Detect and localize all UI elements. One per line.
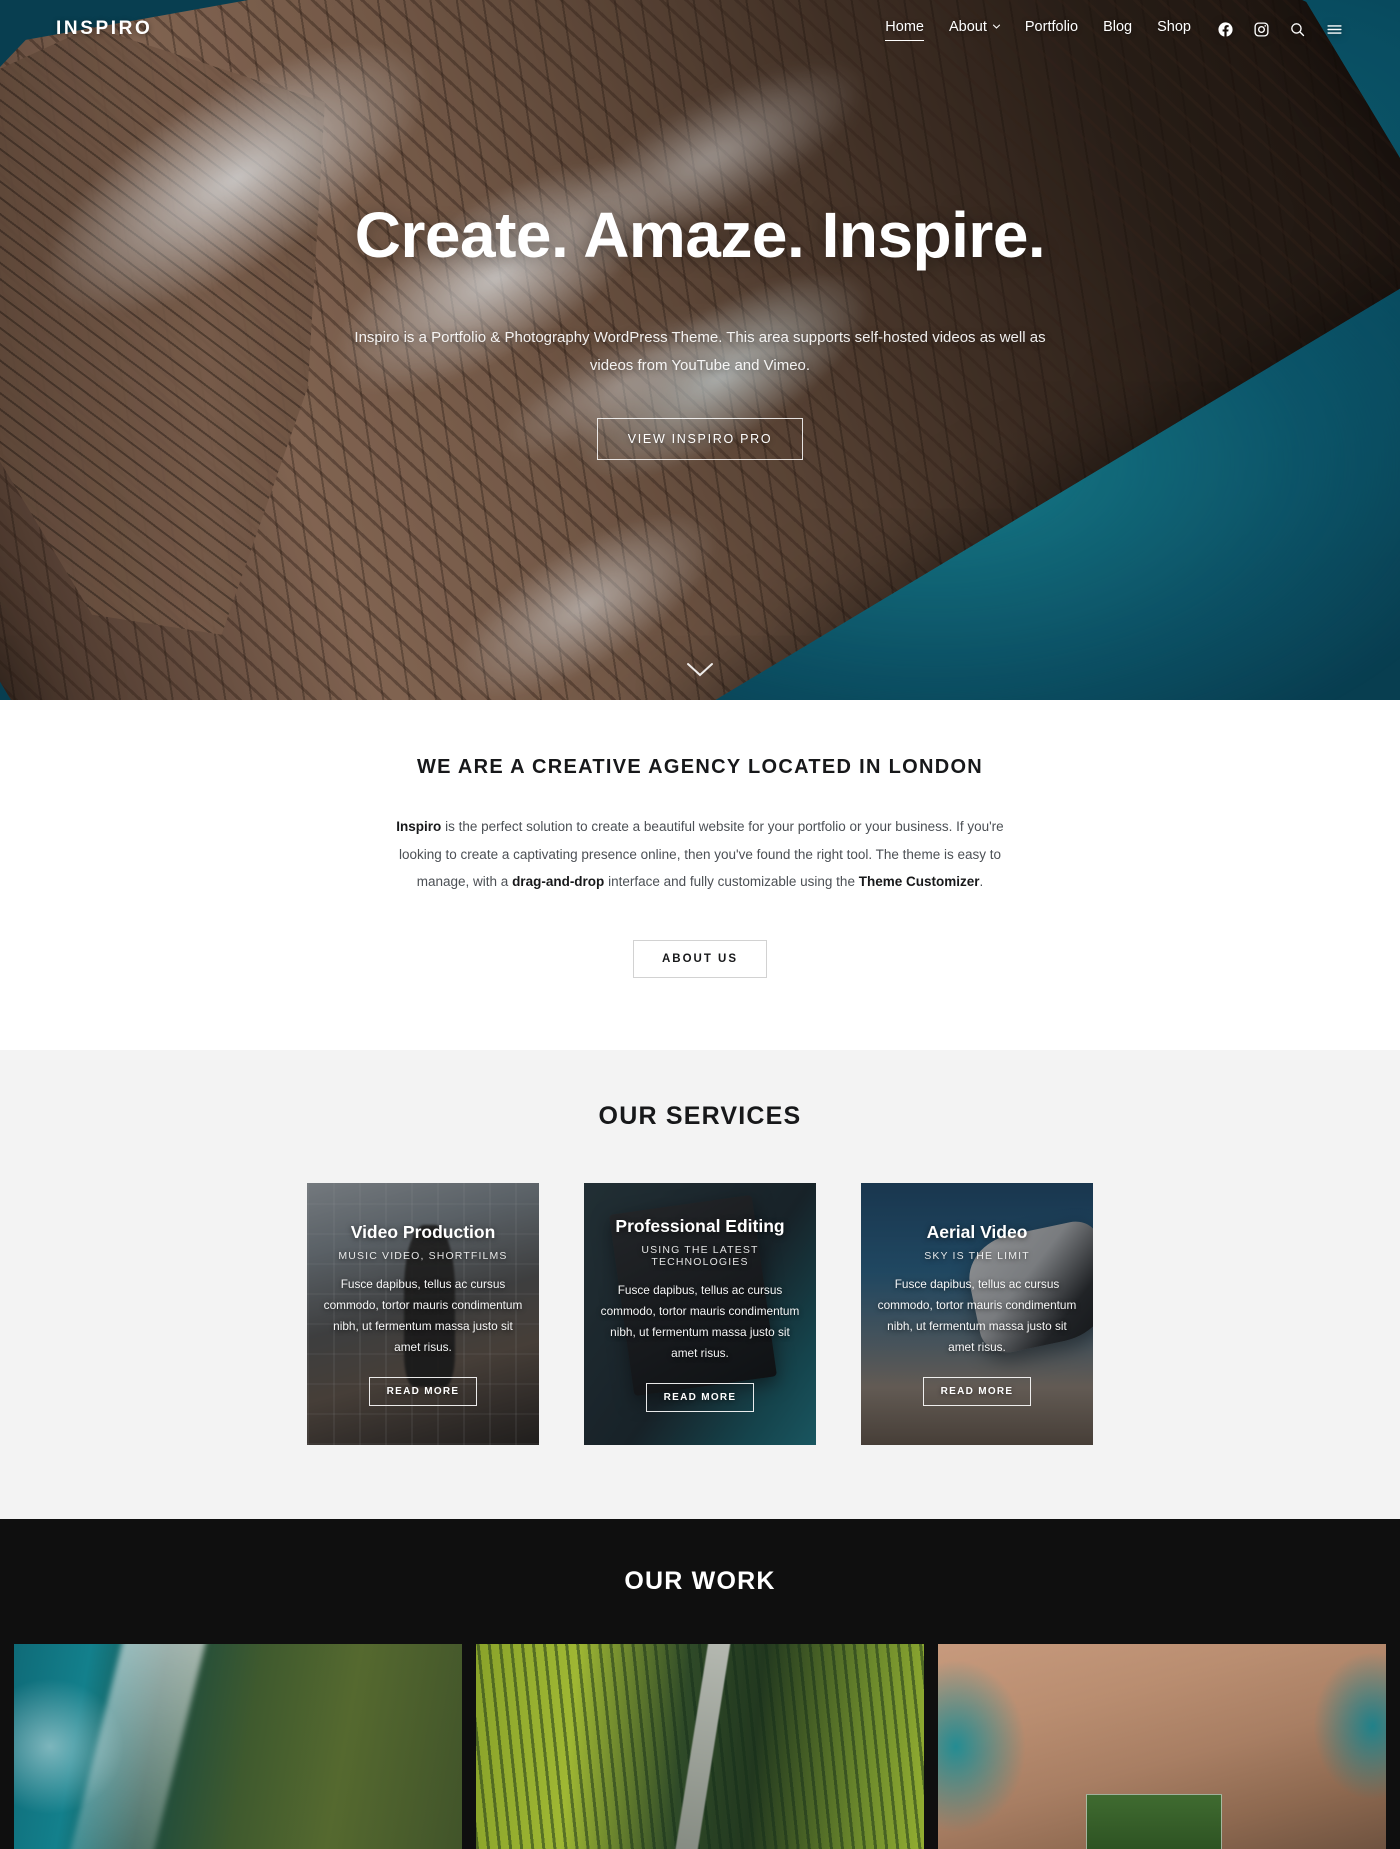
- read-more-button[interactable]: READ MORE: [922, 1377, 1032, 1407]
- work-title: OUR WORK: [624, 1567, 776, 1596]
- intro-text-2: interface and fully customizable using t…: [604, 874, 859, 890]
- intro-bold-inspiro: Inspiro: [396, 819, 442, 834]
- service-card-title: Aerial Video: [926, 1221, 1028, 1242]
- nav-icon-group: [1217, 21, 1344, 38]
- about-us-button[interactable]: ABOUT US: [632, 940, 768, 979]
- service-card-title: Video Production: [350, 1221, 496, 1242]
- intro-text-3: .: [979, 874, 984, 890]
- site-logo[interactable]: INSPIRO: [56, 18, 152, 40]
- instagram-icon[interactable]: [1253, 21, 1270, 38]
- scroll-down-chevron-icon[interactable]: [685, 661, 715, 684]
- work-section: OUR WORK: [0, 1519, 1400, 1849]
- facebook-icon[interactable]: [1217, 21, 1234, 38]
- nav-item-blog[interactable]: Blog: [1103, 19, 1132, 39]
- services-section: OUR SERVICES Video Production MUSIC VIDE…: [0, 1050, 1400, 1520]
- read-more-button[interactable]: READ MORE: [645, 1383, 755, 1413]
- service-card-subtitle: SKY IS THE LIMIT: [924, 1249, 1030, 1262]
- hero-title: Create. Amaze. Inspire.: [354, 199, 1046, 272]
- services-card-list: Video Production MUSIC VIDEO, SHORTFILMS…: [0, 1183, 1400, 1446]
- read-more-button[interactable]: READ MORE: [368, 1377, 478, 1407]
- service-card-subtitle: MUSIC VIDEO, SHORTFILMS: [338, 1249, 508, 1262]
- nav-item-label: Blog: [1103, 19, 1133, 35]
- service-card-professional-editing[interactable]: Professional Editing USING THE LATEST TE…: [584, 1183, 816, 1446]
- service-card-text: Fusce dapibus, tellus ac cursus commodo,…: [600, 1282, 800, 1360]
- nav-item-about[interactable]: About: [949, 19, 1000, 39]
- service-card-text: Fusce dapibus, tellus ac cursus commodo,…: [323, 1276, 523, 1354]
- nav-links: Home About Portfolio Blog Shop: [885, 19, 1191, 41]
- service-card-subtitle: USING THE LATEST TECHNOLOGIES: [641, 1243, 759, 1268]
- hero-section: INSPIRO Home About Portfolio Blog Shop C…: [0, 0, 1400, 700]
- nav-item-home[interactable]: Home: [885, 19, 924, 41]
- nav-item-label: About: [948, 19, 987, 35]
- view-inspiro-pro-button[interactable]: VIEW INSPIRO PRO: [596, 417, 804, 460]
- intro-title: WE ARE A CREATIVE AGENCY LOCATED IN LOND…: [416, 756, 984, 778]
- intro-section: WE ARE A CREATIVE AGENCY LOCATED IN LOND…: [0, 700, 1400, 1051]
- hero-subtitle: Inspiro is a Portfolio & Photography Wor…: [354, 329, 1046, 375]
- service-card-text: Fusce dapibus, tellus ac cursus commodo,…: [877, 1276, 1077, 1354]
- services-title: OUR SERVICES: [598, 1102, 802, 1131]
- menu-icon[interactable]: [1325, 21, 1344, 38]
- search-icon[interactable]: [1289, 21, 1306, 38]
- intro-bold-dragdrop: drag-and-drop: [512, 874, 605, 890]
- nav-item-label: Portfolio: [1024, 19, 1079, 35]
- chevron-down-icon: [992, 22, 1000, 30]
- nav-item-shop[interactable]: Shop: [1157, 19, 1191, 39]
- service-card-video-production[interactable]: Video Production MUSIC VIDEO, SHORTFILMS…: [307, 1183, 539, 1446]
- intro-paragraph: Inspiro is the perfect solution to creat…: [380, 813, 1020, 896]
- service-card-aerial-video[interactable]: Aerial Video SKY IS THE LIMIT Fusce dapi…: [861, 1183, 1093, 1446]
- service-card-title: Professional Editing: [615, 1215, 785, 1236]
- nav-item-label: Home: [885, 19, 924, 35]
- nav-item-portfolio[interactable]: Portfolio: [1025, 19, 1078, 39]
- main-navigation: INSPIRO Home About Portfolio Blog Shop: [0, 0, 1400, 58]
- nav-item-label: Shop: [1157, 19, 1191, 35]
- intro-bold-customizer: Theme Customizer: [858, 874, 980, 890]
